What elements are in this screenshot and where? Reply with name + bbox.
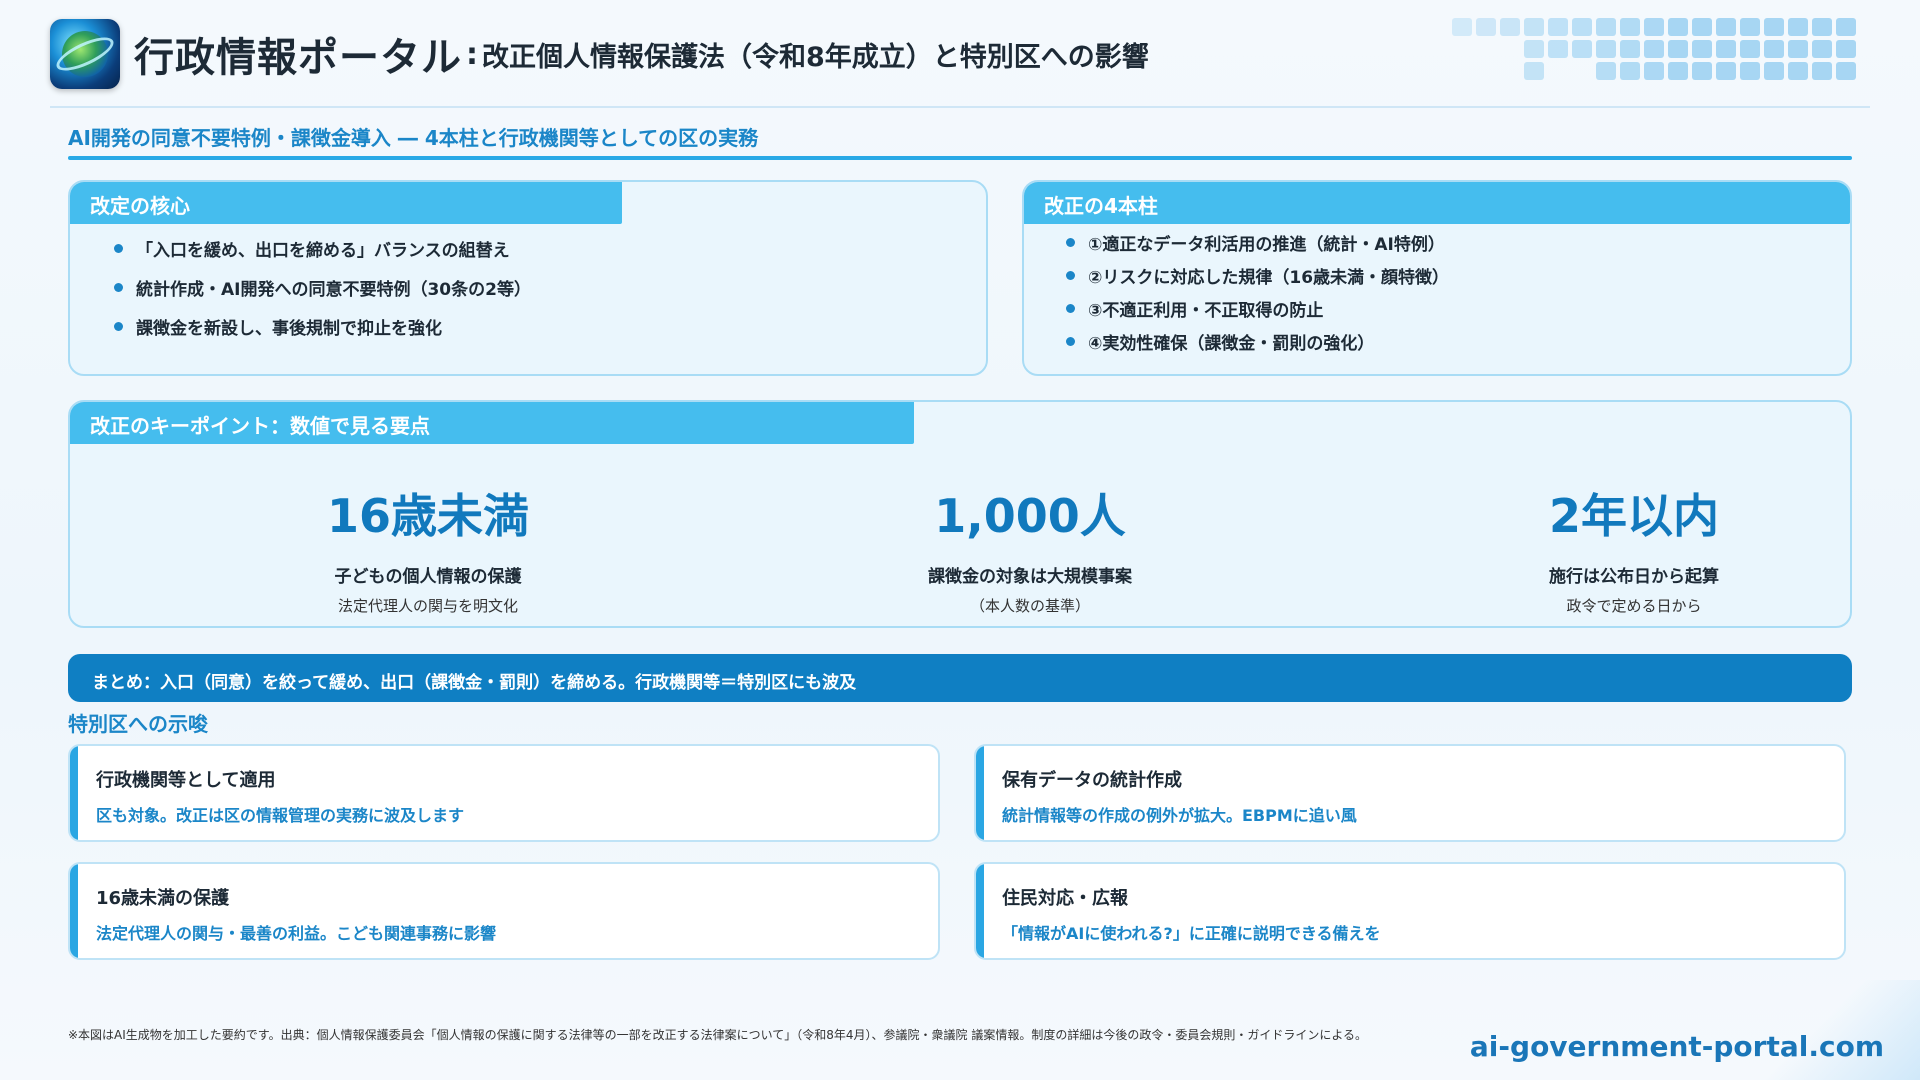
deco-tile xyxy=(1524,40,1544,58)
deco-tile xyxy=(1812,62,1832,80)
metric-value: 2年以内 xyxy=(1548,489,1719,543)
deco-tile xyxy=(1452,18,1472,36)
title-separator: : xyxy=(466,36,478,72)
core-list: 「入口を緩め、出口を締める」バランスの組替え 統計作成・AI開発への同意不要特例… xyxy=(114,236,531,339)
deco-tile xyxy=(1716,40,1736,58)
deco-tile xyxy=(1644,18,1664,36)
list-item: ③不適正利用・不正取得の防止 xyxy=(1066,296,1449,321)
keypoints-card-title: 改正のキーポイント：数値で見る要点 xyxy=(70,402,914,444)
deco-tile xyxy=(1476,18,1496,36)
metric-value: 16歳未満 xyxy=(326,489,529,543)
deco-tile xyxy=(1764,40,1784,58)
deco-tile xyxy=(1572,40,1592,58)
metric-people: 1,000人 課徴金の対象は大規模事案 （本人数の基準） xyxy=(820,480,1240,616)
implication-card: 住民対応・広報 「情報がAIに使われる?」に正確に説明できる備えを xyxy=(974,862,1846,960)
deco-tile xyxy=(1692,40,1712,58)
deco-tile xyxy=(1812,40,1832,58)
deco-tile xyxy=(1548,18,1568,36)
deco-tile xyxy=(1740,62,1760,80)
deco-tile xyxy=(1668,62,1688,80)
site-url[interactable]: ai-government-portal.com xyxy=(1470,1030,1884,1063)
list-item: ②リスクに対応した規律（16歳未満・顔特徴） xyxy=(1066,263,1449,288)
deco-tile xyxy=(1716,62,1736,80)
deco-tile xyxy=(1812,18,1832,36)
keypoints-card: 改正のキーポイント：数値で見る要点 16歳未満 子どもの個人情報の保護 法定代理… xyxy=(68,400,1852,628)
deco-tile xyxy=(1836,62,1856,80)
deco-tile xyxy=(1764,62,1784,80)
implication-heading: 行政機関等として適用 xyxy=(96,770,276,791)
metric-label: 施行は公布日から起算 xyxy=(1549,567,1719,587)
metric-note: 政令で定める日から xyxy=(1566,597,1702,615)
deco-tile xyxy=(1620,40,1640,58)
deco-tile xyxy=(1692,62,1712,80)
metric-label: 課徴金の対象は大規模事案 xyxy=(928,567,1132,587)
deco-tile xyxy=(1596,40,1616,58)
core-card-title: 改定の核心 xyxy=(70,182,622,224)
metric-timeline: 2年以内 施行は公布日から起算 政令で定める日から xyxy=(1424,480,1844,616)
metric-age: 16歳未満 子どもの個人情報の保護 法定代理人の関与を明文化 xyxy=(218,480,638,616)
summary-bar: まとめ：入口（同意）を絞って緩め、出口（課徴金・罰則）を締める。行政機関等＝特別… xyxy=(68,654,1852,702)
deco-tile xyxy=(1788,18,1808,36)
deco-tile xyxy=(1596,18,1616,36)
deco-tile xyxy=(1620,62,1640,80)
pillars-list: ①適正なデータ利活用の推進（統計・AI特例） ②リスクに対応した規律（16歳未満… xyxy=(1066,230,1449,354)
implication-card: 16歳未満の保護 法定代理人の関与・最善の利益。こども関連事務に影響 xyxy=(68,862,940,960)
decorative-tiles xyxy=(1380,16,1860,88)
pillars-card: 改正の4本柱 ①適正なデータ利活用の推進（統計・AI特例） ②リスクに対応した規… xyxy=(1022,180,1852,376)
deco-tile xyxy=(1788,40,1808,58)
implication-heading: 16歳未満の保護 xyxy=(96,888,230,909)
deco-tile xyxy=(1740,40,1760,58)
implication-body: 法定代理人の関与・最善の利益。こども関連事務に影響 xyxy=(96,924,497,943)
list-item: 「入口を緩め、出口を締める」バランスの組替え xyxy=(114,236,531,261)
implication-heading: 保有データの統計作成 xyxy=(1002,770,1182,791)
metric-label: 子どもの個人情報の保護 xyxy=(334,567,522,587)
page-title: 改正個人情報保護法（令和8年成立）と特別区への影響 xyxy=(482,41,1149,73)
metric-note: （本人数の基準） xyxy=(969,597,1090,615)
deco-tile xyxy=(1644,62,1664,80)
list-item: 統計作成・AI開発への同意不要特例（30条の2等） xyxy=(114,275,531,300)
header-divider xyxy=(50,106,1870,108)
deco-tile xyxy=(1836,40,1856,58)
implication-card: 保有データの統計作成 統計情報等の作成の例外が拡大。EBPMに追い風 xyxy=(974,744,1846,842)
deco-tile xyxy=(1764,18,1784,36)
implication-body: 区も対象。改正は区の情報管理の実務に波及します xyxy=(96,806,465,825)
list-item: ④実効性確保（課徴金・罰則の強化） xyxy=(1066,329,1449,354)
implication-card: 行政機関等として適用 区も対象。改正は区の情報管理の実務に波及します xyxy=(68,744,940,842)
deco-tile xyxy=(1668,40,1688,58)
pillars-card-title: 改正の4本柱 xyxy=(1024,182,1850,224)
deco-tile xyxy=(1548,40,1568,58)
deco-tile xyxy=(1836,18,1856,36)
deco-tile xyxy=(1788,62,1808,80)
implication-body: 統計情報等の作成の例外が拡大。EBPMに追い風 xyxy=(1002,806,1357,825)
list-item: 課徴金を新設し、事後規制で抑止を強化 xyxy=(114,314,531,339)
subheading: AI開発の同意不要特例・課徴金導入 ― 4本柱と行政機関等としての区の実務 xyxy=(68,126,759,150)
metric-value: 1,000人 xyxy=(934,489,1126,543)
deco-tile xyxy=(1524,18,1544,36)
portal-title: 行政情報ポータル xyxy=(134,35,462,81)
core-card: 改定の核心 「入口を緩め、出口を締める」バランスの組替え 統計作成・AI開発への… xyxy=(68,180,988,376)
list-item: ①適正なデータ利活用の推進（統計・AI特例） xyxy=(1066,230,1449,255)
footnote: ※本図はAI生成物を加工した要約です。出典：個人情報保護委員会「個人情報の保護に… xyxy=(68,1028,1367,1042)
deco-tile xyxy=(1740,18,1760,36)
deco-tile xyxy=(1524,62,1544,80)
deco-tile xyxy=(1716,18,1736,36)
deco-tile xyxy=(1692,18,1712,36)
deco-tile xyxy=(1572,18,1592,36)
deco-tile xyxy=(1620,18,1640,36)
deco-tile xyxy=(1644,40,1664,58)
implication-heading: 住民対応・広報 xyxy=(1002,888,1128,909)
implication-body: 「情報がAIに使われる?」に正確に説明できる備えを xyxy=(1002,924,1381,943)
subheading-underline xyxy=(68,156,1852,160)
deco-tile xyxy=(1596,62,1616,80)
implications-title: 特別区への示唆 xyxy=(68,712,208,736)
globe-logo-icon xyxy=(50,19,120,89)
deco-tile xyxy=(1668,18,1688,36)
metric-note: 法定代理人の関与を明文化 xyxy=(337,597,518,615)
deco-tile xyxy=(1500,18,1520,36)
